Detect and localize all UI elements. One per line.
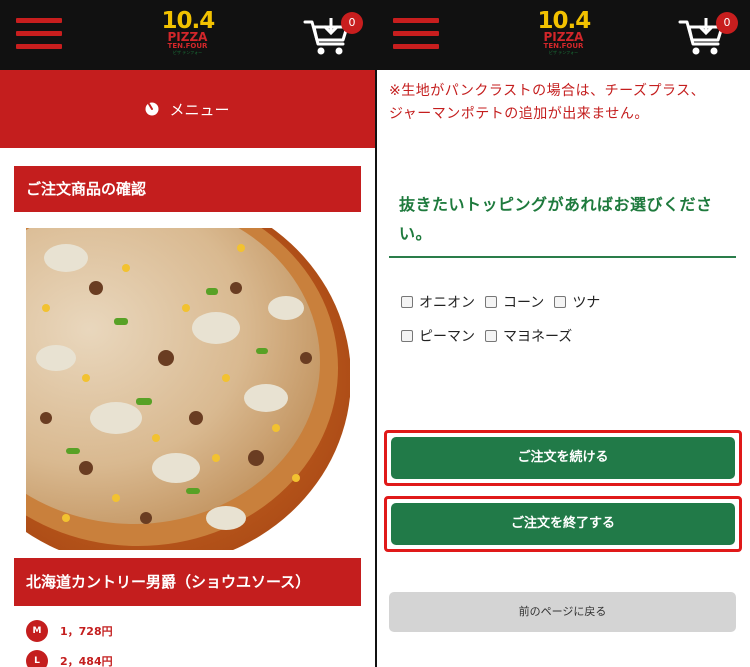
price-value: 1，728円 [60,625,113,638]
cart-count-badge: 0 [716,12,738,34]
hamburger-menu-icon[interactable] [16,18,62,50]
topping-options: オニオン コーン ツナ ピーマン マヨネーズ [401,292,731,360]
price-row-l: L 2，484円 [26,650,113,667]
cart-count-badge: 0 [341,12,363,34]
price-row-m: M 1，728円 [26,620,113,642]
topping-removal-title: 抜きたいトッピングがあればお選びください。 [399,195,713,243]
finish-order-button[interactable]: ご注文を終了する [391,503,735,545]
checkbox[interactable] [401,296,413,308]
menu-link[interactable]: メニュー [0,70,375,148]
checkbox[interactable] [485,296,497,308]
hamburger-menu-icon[interactable] [393,18,439,50]
price-value: 2，484円 [60,655,113,667]
cart-button[interactable]: 0 [303,12,363,58]
section-divider [389,256,736,258]
pizza-photo [26,228,350,550]
left-pane: 10.4 PIZZA TEN.FOUR ピザ テンフォー 0 メニュー ご注文商… [0,0,375,667]
checkbox[interactable] [401,330,413,342]
menu-label: メニュー [169,100,230,119]
brand-logo[interactable]: 10.4 PIZZA TEN.FOUR ピザ テンフォー [538,10,592,55]
right-pane: 10.4 PIZZA TEN.FOUR ピザ テンフォー 0 ※生地がパンクラス… [377,0,750,667]
topping-option-tuna[interactable]: ツナ [554,292,600,312]
product-name: 北海道カントリー男爵（ショウユソース） [14,558,361,606]
finish-button-highlight: ご注文を終了する [384,496,742,552]
menu-bar: メニュー [0,70,375,148]
size-badge: M [26,620,48,642]
size-badge: L [26,650,48,667]
continue-button-highlight: ご注文を続ける [384,430,742,486]
topping-option-green-pepper[interactable]: ピーマン [401,326,475,346]
continue-order-button[interactable]: ご注文を続ける [391,437,735,479]
topping-option-onion[interactable]: オニオン [401,292,475,312]
split-screen: 10.4 PIZZA TEN.FOUR ピザ テンフォー 0 メニュー ご注文商… [0,0,750,667]
brand-logo[interactable]: 10.4 PIZZA TEN.FOUR ピザ テンフォー [162,10,216,55]
checkbox[interactable] [485,330,497,342]
topping-option-corn[interactable]: コーン [485,292,544,312]
header-bar: 10.4 PIZZA TEN.FOUR ピザ テンフォー 0 [0,0,375,70]
cart-button[interactable]: 0 [678,12,738,58]
topping-option-mayonnaise[interactable]: マヨネーズ [485,326,572,346]
back-button[interactable]: 前のページに戻る [389,592,736,632]
menu-icon [145,102,159,116]
header-bar: 10.4 PIZZA TEN.FOUR ピザ テンフォー 0 [377,0,750,70]
checkbox[interactable] [554,296,567,308]
crust-notice: ※生地がパンクラストの場合は、チーズプラス、ジャーマンポテトの追加が出来ません。 [389,83,706,122]
order-confirmation-heading: ご注文商品の確認 [14,166,361,212]
